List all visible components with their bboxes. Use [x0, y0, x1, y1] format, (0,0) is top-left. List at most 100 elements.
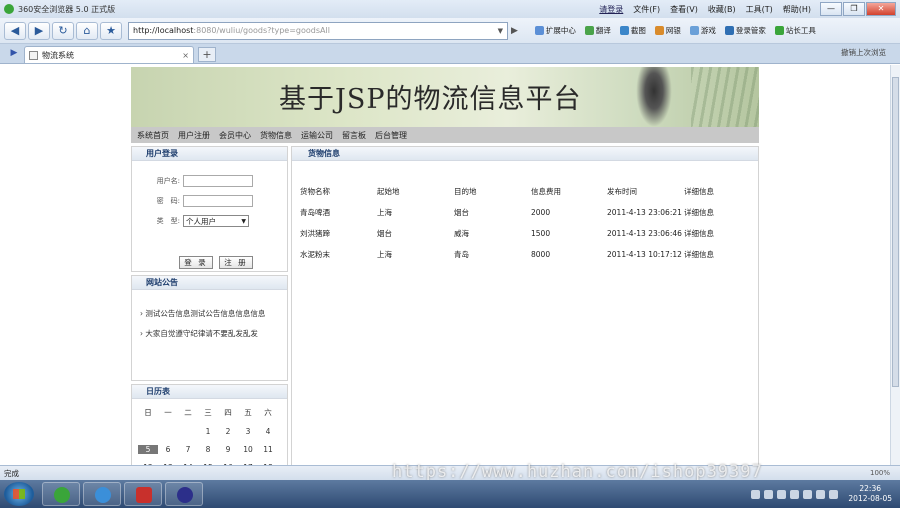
back-button[interactable]: ◀: [4, 21, 26, 40]
calendar-weekday: 六: [264, 408, 272, 417]
menu-tools[interactable]: 工具(T): [746, 4, 773, 15]
calendar-today[interactable]: 5: [138, 445, 158, 454]
calendar-day[interactable]: 4: [258, 427, 278, 436]
calendar-day[interactable]: 3: [238, 427, 258, 436]
zoom-level[interactable]: 100%: [870, 469, 890, 477]
menu-admin[interactable]: 后台管理: [375, 130, 407, 141]
table-cell: 青岛: [454, 250, 469, 259]
menu-favorites[interactable]: 收藏(B): [708, 4, 736, 15]
browser-360-icon: [54, 487, 70, 503]
vertical-scrollbar[interactable]: [890, 65, 900, 465]
games-button[interactable]: 游戏: [689, 25, 716, 36]
menu-member-center[interactable]: 会员中心: [219, 130, 251, 141]
status-text: 完成: [4, 468, 19, 478]
menu-help[interactable]: 帮助(H): [783, 4, 811, 15]
scrollbar-thumb[interactable]: [892, 77, 899, 387]
online-bank-button[interactable]: 网银: [654, 25, 681, 36]
password-label: 密 码:: [156, 197, 180, 205]
calendar-day[interactable]: 1: [198, 427, 218, 436]
goods-panel: 货物信息 货物名称 起始地 目的地 信息费用 发布时间 详细信息 青岛啤酒 上海 烟台 2000 2…: [291, 146, 759, 466]
screenshot-button[interactable]: 截图: [619, 25, 646, 36]
browser-logo-icon: [4, 4, 14, 14]
address-bar[interactable]: http://localhost :8080/wuliu/goods?type=…: [128, 21, 508, 40]
minimize-button[interactable]: —: [820, 2, 842, 16]
tray-icon[interactable]: [751, 489, 761, 499]
games-icon: [689, 26, 699, 35]
refresh-button[interactable]: ↻: [52, 21, 74, 40]
password-input[interactable]: [183, 195, 253, 207]
login-link[interactable]: 请登录: [599, 4, 623, 15]
browser-title: 360安全浏览器 5.0 正式版: [18, 4, 116, 14]
home-button[interactable]: ⌂: [76, 21, 98, 40]
calendar-day[interactable]: 7: [178, 445, 198, 454]
forward-button[interactable]: ▶: [28, 21, 50, 40]
table-cell: 2011-4-13 23:06:21: [607, 208, 682, 217]
register-button[interactable]: 注 册: [219, 256, 253, 269]
menu-home[interactable]: 系统首页: [137, 130, 169, 141]
tray-icon[interactable]: [816, 489, 826, 499]
tab-close-icon[interactable]: ×: [182, 51, 189, 60]
tab-wuliu[interactable]: 物流系统 ×: [24, 46, 194, 63]
taskbar-app-red[interactable]: [124, 482, 162, 506]
username-input[interactable]: [183, 175, 253, 187]
detail-link[interactable]: 详细信息: [684, 223, 744, 244]
user-type-label: 类 型:: [156, 217, 180, 225]
tray-icon[interactable]: [764, 489, 774, 499]
username-label: 用户名:: [156, 177, 180, 185]
sidebar-toggle-icon[interactable]: ▶: [4, 45, 24, 61]
calendar-day[interactable]: 9: [218, 445, 238, 454]
close-window-button[interactable]: ✕: [866, 2, 896, 16]
volume-icon[interactable]: [829, 489, 839, 499]
calendar-day[interactable]: 8: [198, 445, 218, 454]
browser-title-bar: 360安全浏览器 5.0 正式版 请登录 文件(F) 查看(V) 收藏(B) 工…: [0, 0, 900, 18]
extension-center-button[interactable]: 扩展中心: [534, 25, 576, 36]
user-type-select[interactable]: 个人用户 ▼: [183, 215, 249, 227]
menu-transport-company[interactable]: 运输公司: [301, 130, 333, 141]
login-panel-title: 用户登录: [132, 147, 287, 161]
watermark-text: https://www.huzhan.com/ishop39397: [392, 462, 763, 482]
menu-file[interactable]: 文件(F): [633, 4, 660, 15]
os-taskbar: 22:36 2012-08-05: [0, 480, 900, 508]
table-cell: 上海: [377, 250, 392, 259]
taskbar-app-eclipse[interactable]: [165, 482, 203, 506]
new-tab-button[interactable]: +: [198, 47, 216, 62]
user-type-value: 个人用户: [186, 216, 216, 226]
start-button-icon[interactable]: [4, 482, 34, 506]
notice-item[interactable]: › 大家自觉遵守纪律请不要乱发乱发: [140, 328, 287, 339]
taskbar-ie[interactable]: [83, 482, 121, 506]
address-dropdown-icon[interactable]: ▼: [498, 27, 503, 35]
go-icon[interactable]: ▶: [511, 26, 518, 36]
extension-icon: [534, 26, 544, 35]
tray-icon[interactable]: [777, 489, 787, 499]
detail-link[interactable]: 详细信息: [684, 244, 744, 265]
address-path: :8080/wuliu/goods?type=goodsAll: [193, 26, 330, 35]
menu-message-board[interactable]: 留言板: [342, 130, 366, 141]
login-button[interactable]: 登 录: [179, 256, 213, 269]
system-clock[interactable]: 22:36 2012-08-05: [848, 484, 892, 504]
tray-icon[interactable]: [803, 489, 813, 499]
menu-goods-info[interactable]: 货物信息: [260, 130, 292, 141]
detail-link[interactable]: 详细信息: [684, 202, 744, 223]
taskbar-360-browser[interactable]: [42, 482, 80, 506]
column-header: 货物名称: [300, 187, 330, 196]
login-manager-button[interactable]: 登录管家: [724, 25, 766, 36]
translate-button[interactable]: 翻译: [584, 25, 611, 36]
tray-icon[interactable]: [790, 489, 800, 499]
maximize-button[interactable]: ❐: [843, 2, 865, 16]
calendar-day[interactable]: 2: [218, 427, 238, 436]
calendar-day[interactable]: 6: [158, 445, 178, 454]
calendar-week-row: 1234: [138, 427, 281, 436]
clock-time: 22:36: [859, 484, 882, 493]
left-sidebar: 用户登录 用户名: 密 码: 类 型: 个人用户 ▼ 登 录 注 册 网站公告 …: [131, 146, 288, 503]
webmaster-icon: [774, 26, 784, 35]
menu-register[interactable]: 用户注册: [178, 130, 210, 141]
favorite-star-button[interactable]: ★: [100, 21, 122, 40]
calendar-day[interactable]: 10: [238, 445, 258, 454]
table-cell: 水泥粉末: [300, 250, 330, 259]
restore-last-session-button[interactable]: 撤销上次浏览: [841, 47, 886, 58]
notice-item[interactable]: › 测试公告信息测试公告信息信息信息: [140, 308, 287, 319]
browser-nav-bar: ◀ ▶ ↻ ⌂ ★ http://localhost :8080/wuliu/g…: [0, 18, 900, 44]
menu-view[interactable]: 查看(V): [670, 4, 698, 15]
webmaster-tools-button[interactable]: 站长工具: [774, 25, 816, 36]
calendar-day[interactable]: 11: [258, 445, 278, 454]
